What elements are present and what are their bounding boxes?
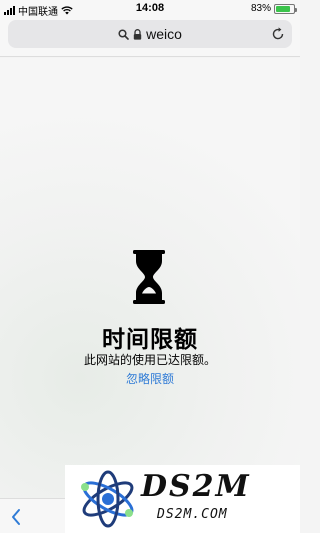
reload-icon[interactable] [270, 26, 286, 42]
back-icon[interactable] [10, 508, 22, 526]
address-bar-area: weico [0, 17, 300, 57]
limit-title: 时间限额 [102, 326, 198, 352]
battery-icon [274, 3, 297, 14]
url-text: weico [146, 26, 182, 42]
battery-percent: 83% [250, 3, 271, 14]
watermark-logo-text: DS2M [141, 469, 251, 504]
address-display: weico [8, 26, 292, 42]
hourglass-icon [133, 250, 165, 304]
address-bar[interactable]: weico [8, 20, 292, 48]
ignore-limit-link[interactable]: 忽略限额 [0, 370, 300, 387]
watermark: DS2M DS2M.COM [65, 465, 300, 533]
screen-time-page: 时间限额 此网站的使用已达限额。 忽略限额 [0, 58, 300, 498]
status-right: 83% [250, 3, 297, 14]
search-icon [118, 28, 129, 40]
lock-icon [133, 28, 142, 40]
limit-description: 此网站的使用已达限额。 [83, 353, 216, 367]
status-bar: 中国联通 14:08 83% [0, 0, 300, 18]
watermark-logo-icon [81, 470, 134, 528]
watermark-domain: DS2M.COM [157, 507, 228, 522]
battery-fill [276, 5, 291, 12]
